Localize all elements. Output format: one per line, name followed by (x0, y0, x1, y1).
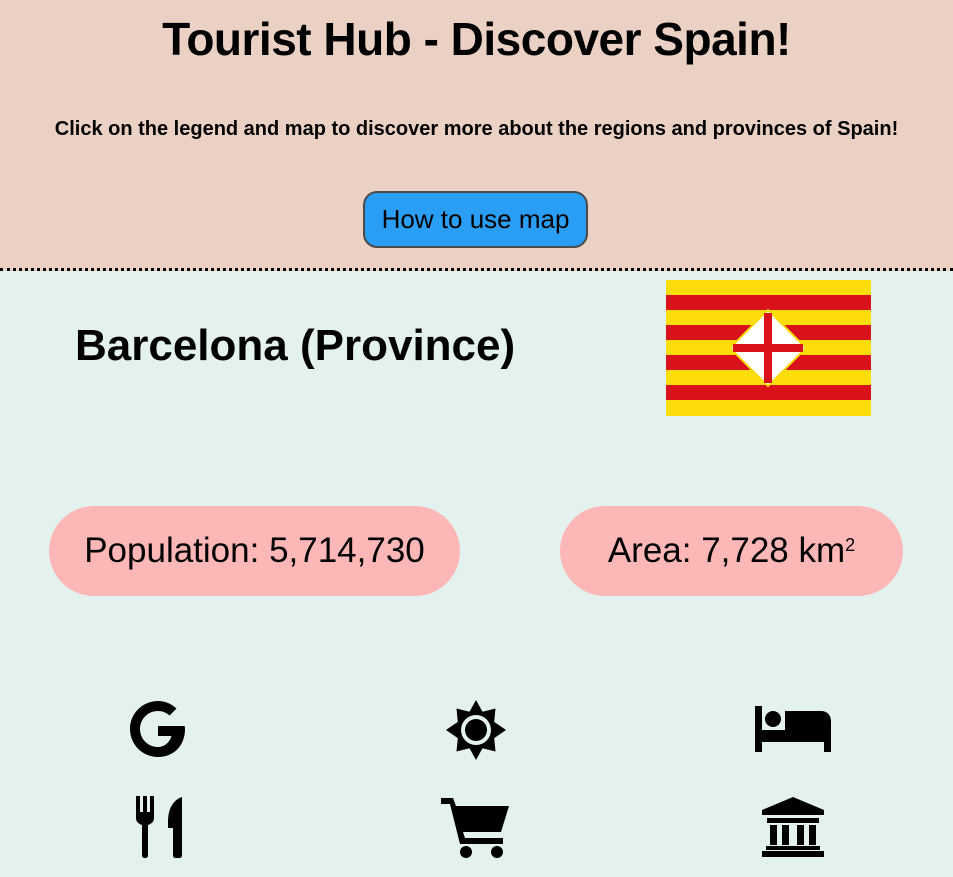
site-subtitle: Click on the legend and map to discover … (54, 118, 899, 140)
population-badge: Population: 5,714,730 (49, 506, 460, 596)
shopping-cart-icon[interactable] (441, 796, 511, 858)
site-title: Tourist Hub - Discover Spain! (162, 13, 791, 65)
province-title: Barcelona (Province) (75, 321, 516, 370)
area-badge: Area: 7,728 km 2 (560, 506, 903, 596)
restaurant-utensils-icon[interactable] (136, 796, 184, 858)
site-header: Tourist Hub - Discover Spain! Click on t… (0, 0, 953, 271)
area-unit-superscript: 2 (845, 534, 856, 555)
weather-sun-icon[interactable] (445, 699, 507, 761)
google-icon[interactable] (128, 699, 188, 759)
how-to-use-map-button[interactable]: How to use map (363, 191, 588, 248)
population-text: Population: 5,714,730 (84, 531, 425, 570)
area-text: Area: 7,728 km (607, 531, 846, 570)
province-flag (666, 280, 871, 416)
bed-hotel-icon[interactable] (755, 706, 832, 752)
museum-landmark-icon[interactable] (762, 797, 824, 857)
province-info-panel: Barcelona (Province) Population: 5,714,7… (0, 271, 953, 877)
